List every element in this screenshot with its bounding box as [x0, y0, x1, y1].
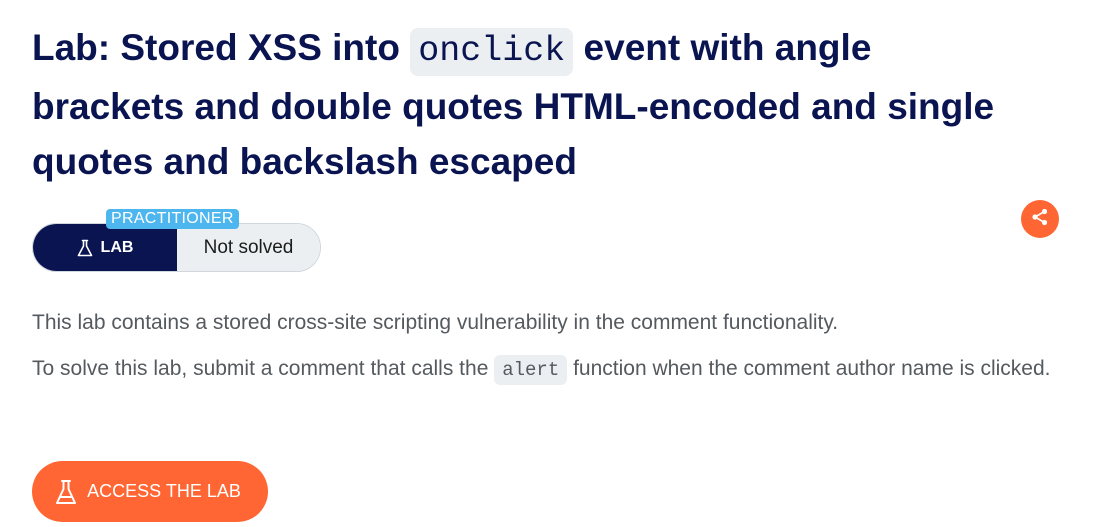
- title-text-before: Lab: Stored XSS into: [32, 27, 411, 68]
- title-code-onclick: onclick: [410, 28, 574, 76]
- share-button[interactable]: [1021, 200, 1059, 238]
- page-title: Lab: Stored XSS into onclick event with …: [32, 20, 1032, 189]
- description-paragraph-2: To solve this lab, submit a comment that…: [32, 350, 1072, 389]
- access-lab-label: ACCESS THE LAB: [87, 481, 241, 501]
- lab-status-badge: PRACTITIONER LAB Not solved: [32, 209, 322, 274]
- code-alert: alert: [494, 355, 568, 385]
- level-tag: PRACTITIONER: [106, 209, 239, 229]
- access-lab-button[interactable]: ACCESS THE LAB: [32, 461, 268, 522]
- description-text-before: To solve this lab, submit a comment that…: [32, 357, 495, 380]
- lab-type-label: LAB: [33, 224, 177, 271]
- lab-type-text: LAB: [100, 238, 134, 256]
- description-text-after: function when the comment author name is…: [567, 357, 1051, 380]
- status-pill: LAB Not solved: [32, 223, 321, 272]
- solve-status: Not solved: [177, 224, 320, 271]
- description-paragraph-1: This lab contains a stored cross-site sc…: [32, 311, 839, 334]
- flask-icon: [77, 239, 93, 257]
- flask-icon: [55, 479, 77, 505]
- share-icon: [1030, 207, 1050, 232]
